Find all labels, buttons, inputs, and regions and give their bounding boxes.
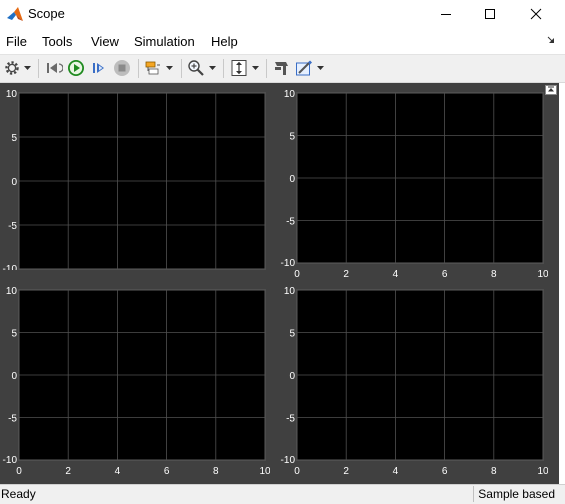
x-tick-label: 4 (393, 269, 399, 280)
y-tick-label: 5 (11, 329, 17, 340)
sample-mode-indicator: Sample based (473, 486, 559, 502)
maximize-icon (485, 9, 495, 19)
x-tick-label: 10 (537, 466, 548, 477)
zoom-dropdown[interactable] (208, 58, 217, 78)
x-tick-label: 6 (442, 269, 448, 280)
status-text: Ready (1, 487, 36, 501)
x-tick-label: 2 (343, 466, 349, 477)
zoom-in-icon (188, 60, 204, 76)
highlight-block-button[interactable] (143, 58, 163, 78)
menu-grip-icon[interactable] (547, 36, 555, 44)
x-tick-label: 2 (65, 466, 71, 477)
menu-simulation[interactable]: Simulation (134, 34, 195, 49)
y-tick-label: -5 (286, 414, 295, 425)
window-edge (559, 83, 565, 484)
y-tick-label: 0 (289, 174, 295, 185)
autoscale-button[interactable] (229, 58, 249, 78)
y-tick-label: 10 (6, 286, 18, 297)
matlab-logo-icon (7, 7, 23, 21)
dropdown-arrow-icon (252, 66, 259, 70)
step-back-icon (47, 63, 63, 73)
signal-selector-button[interactable] (271, 58, 291, 78)
gear-icon (5, 61, 19, 75)
style-dropdown[interactable] (316, 58, 325, 78)
y-tick-label: 10 (6, 89, 18, 100)
y-tick-label: -5 (8, 221, 17, 232)
y-tick-label: 0 (11, 177, 17, 188)
x-tick-label: 8 (491, 269, 497, 280)
title-bar: Scope (0, 0, 565, 30)
dropdown-arrow-icon (317, 66, 324, 70)
minimize-button[interactable] (423, 0, 469, 28)
x-tick-label: 2 (343, 269, 349, 280)
dropdown-arrow-icon (166, 66, 173, 70)
dropdown-arrow-icon (209, 66, 216, 70)
y-tick-label: 10 (284, 89, 296, 100)
toolbar-separator (38, 59, 39, 78)
axes-1[interactable]: 10 5 0 -5 -10 (0, 88, 270, 270)
maximize-button[interactable] (467, 0, 513, 28)
stop-icon (114, 60, 130, 76)
x-tick-label: 6 (442, 466, 448, 477)
dropdown-arrow-icon (24, 66, 31, 70)
step-forward-icon (93, 63, 104, 73)
style-button[interactable] (294, 58, 314, 78)
y-tick-label: -10 (281, 455, 296, 466)
toolbar (0, 55, 565, 83)
x-tick-label: 10 (537, 269, 548, 280)
run-icon (68, 60, 84, 76)
x-tick-label: 4 (393, 466, 399, 477)
x-tick-label: 0 (294, 269, 300, 280)
toolbar-separator (138, 59, 139, 78)
x-tick-label: 6 (164, 466, 170, 477)
y-tick-label: -5 (286, 217, 295, 228)
menu-file[interactable]: File (6, 34, 27, 49)
x-tick-label: 4 (115, 466, 121, 477)
x-tick-label: 10 (259, 466, 270, 477)
run-button[interactable] (66, 58, 86, 78)
highlight-block-icon (145, 61, 160, 75)
close-button[interactable] (513, 0, 559, 28)
config-dropdown[interactable] (23, 58, 32, 78)
y-tick-label: -10 (3, 455, 18, 466)
x-tick-label: 0 (294, 466, 300, 477)
y-tick-label: -5 (8, 414, 17, 425)
highlight-dropdown[interactable] (165, 58, 174, 78)
zoom-button[interactable] (186, 58, 206, 78)
minimize-icon (441, 14, 451, 15)
y-tick-label: -10 (281, 258, 296, 269)
style-icon (296, 60, 312, 76)
toolbar-separator (266, 59, 267, 78)
window-title: Scope (28, 6, 65, 21)
y-tick-label: 5 (289, 132, 295, 143)
stop-button[interactable] (112, 58, 132, 78)
status-bar: Ready Sample based (0, 484, 565, 504)
autoscale-icon (231, 60, 247, 76)
axes-2[interactable]: 1050-5-100 2 4 6 8 10 (278, 88, 548, 284)
axes-3[interactable]: 1050-5-100 2 4 6 8 10 (0, 285, 270, 483)
x-tick-label: 8 (213, 466, 219, 477)
toolbar-separator (223, 59, 224, 78)
menu-bar: File Tools View Simulation Help (0, 30, 565, 55)
config-button[interactable] (3, 58, 21, 78)
y-tick-label: 5 (11, 133, 17, 144)
y-tick-label: -10 (3, 264, 18, 270)
close-icon (530, 8, 542, 20)
toolbar-separator (181, 59, 182, 78)
x-tick-label: 8 (491, 466, 497, 477)
y-tick-label: 5 (289, 329, 295, 340)
axes-4[interactable]: 1050-5-100 2 4 6 8 10 (278, 285, 548, 483)
y-tick-label: 0 (11, 371, 17, 382)
signal-selector-icon (275, 62, 288, 75)
y-tick-label: 10 (284, 286, 296, 297)
step-back-button[interactable] (44, 58, 64, 78)
menu-tools[interactable]: Tools (42, 34, 72, 49)
x-tick-label: 0 (16, 466, 22, 477)
autoscale-dropdown[interactable] (251, 58, 260, 78)
menu-view[interactable]: View (91, 34, 119, 49)
menu-help[interactable]: Help (211, 34, 238, 49)
step-forward-button[interactable] (89, 58, 109, 78)
y-tick-label: 0 (289, 371, 295, 382)
